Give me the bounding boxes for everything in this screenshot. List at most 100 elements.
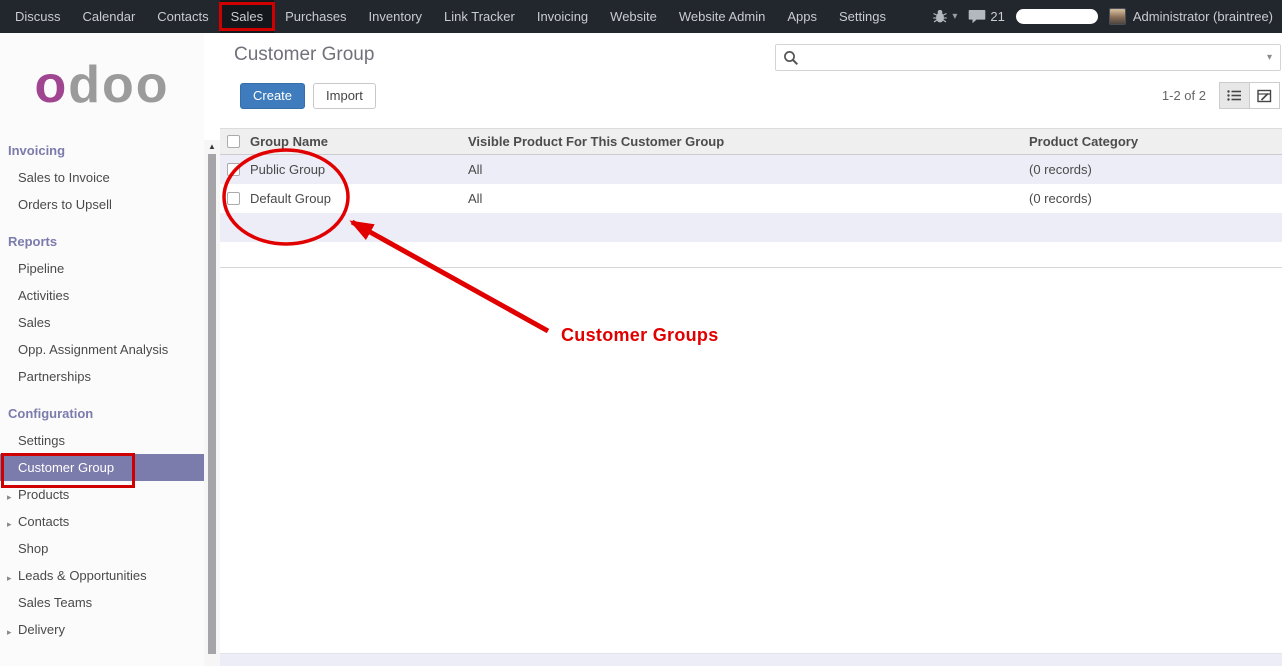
sidebar-entry-label: Shop	[18, 541, 48, 556]
top-nav-item[interactable]: Website	[599, 0, 668, 33]
sidebar: odoo ▸ Invoicing ▸ Sales to Invoice ▸ Or…	[0, 33, 204, 666]
expand-caret-icon: ▸	[7, 625, 12, 640]
sidebar-entry[interactable]: ▸ Sales to Invoice	[0, 164, 204, 191]
cell-group-name: Default Group	[246, 191, 464, 206]
sidebar-entry-label: Partnerships	[18, 369, 91, 384]
table-header-row: Group Name Visible Product For This Cust…	[220, 128, 1282, 155]
table-row[interactable]: Public Group All (0 records)	[220, 155, 1282, 184]
top-nav-item[interactable]: Calendar	[72, 0, 147, 33]
sidebar-entry-label: Sales to Invoice	[18, 170, 110, 185]
form-view-icon	[1257, 89, 1272, 103]
sidebar-entry-label: Leads & Opportunities	[18, 568, 147, 583]
messages-count: 21	[990, 9, 1004, 24]
top-nav-item[interactable]: Discuss	[4, 0, 72, 33]
sidebar-entry-label: Products	[18, 487, 69, 502]
scroll-up-icon[interactable]: ▲	[204, 142, 220, 152]
search-input[interactable]	[804, 45, 1261, 70]
user-avatar	[1109, 8, 1126, 25]
column-header-group-name[interactable]: Group Name	[246, 134, 464, 149]
sidebar-entry[interactable]: ▸ Sales	[0, 309, 204, 336]
column-header-product-category[interactable]: Product Category	[1025, 134, 1282, 149]
top-nav-item[interactable]: Purchases	[274, 0, 357, 33]
sidebar-entry-label: Reports	[8, 234, 57, 249]
sidebar-entry-label: Customer Group	[18, 460, 114, 475]
messages-menu[interactable]: 21	[968, 9, 1004, 24]
sidebar-entry[interactable]: ▸ Orders to Upsell	[0, 191, 204, 218]
sidebar-entry-label: Sales Teams	[18, 595, 92, 610]
column-header-visible-product[interactable]: Visible Product For This Customer Group	[464, 134, 1025, 149]
top-nav-item[interactable]: Invoicing	[526, 0, 599, 33]
sidebar-entry[interactable]: ▸ Pipeline	[0, 255, 204, 282]
sidebar-entry-label: Sales	[18, 315, 51, 330]
top-nav-item[interactable]: Sales	[220, 0, 275, 33]
table-row[interactable]: Default Group All (0 records)	[220, 184, 1282, 213]
top-nav-item[interactable]: Apps	[776, 0, 828, 33]
cell-visible-product: All	[464, 191, 1025, 206]
select-all-checkbox[interactable]	[227, 135, 240, 148]
user-name: Administrator (braintree)	[1133, 9, 1273, 24]
view-switcher	[1219, 82, 1280, 109]
expand-caret-icon: ▸	[7, 571, 12, 586]
sidebar-entry: ▸ Invoicing	[0, 127, 204, 164]
top-nav-item[interactable]: Inventory	[358, 0, 433, 33]
sidebar-entry[interactable]: ▸ Activities	[0, 282, 204, 309]
sidebar-entry[interactable]: ▸ Leads & Opportunities	[0, 562, 204, 589]
control-panel: Customer Group ▾ Create Import 1-2 of 2	[220, 33, 1282, 128]
sidebar-entry[interactable]: ▸ Products	[0, 481, 204, 508]
systray-pill-indicator[interactable]	[1016, 9, 1098, 24]
empty-row	[220, 213, 1282, 242]
cell-group-name: Public Group	[246, 162, 464, 177]
search-bar[interactable]: ▾	[775, 44, 1281, 71]
page-title: Customer Group	[234, 44, 374, 66]
top-nav-item[interactable]: Settings	[828, 0, 897, 33]
sidebar-entry-label: Orders to Upsell	[18, 197, 112, 212]
top-nav-item[interactable]: Link Tracker	[433, 0, 526, 33]
page: { "topbar": { "items": [ {"label": "Disc…	[0, 0, 1282, 666]
cell-product-category: (0 records)	[1025, 191, 1282, 206]
top-nav-item[interactable]: Contacts	[146, 0, 219, 33]
sidebar-entry-label: Opp. Assignment Analysis	[18, 342, 168, 357]
top-nav-item[interactable]: Website Admin	[668, 0, 776, 33]
sidebar-entry-label: Invoicing	[8, 143, 65, 158]
empty-row	[220, 242, 1282, 268]
sidebar-entry[interactable]: ▸ Customer Group	[0, 454, 204, 481]
logo-letters: doo	[68, 56, 169, 114]
sidebar-entry[interactable]: ▸ Opp. Assignment Analysis	[0, 336, 204, 363]
list-view-icon	[1227, 89, 1242, 102]
user-menu[interactable]: Administrator (braintree)	[1109, 8, 1273, 25]
expand-caret-icon: ▸	[7, 490, 12, 505]
scrollbar-thumb[interactable]	[208, 154, 216, 654]
sidebar-entry[interactable]: ▸ Settings	[0, 427, 204, 454]
sidebar-entry[interactable]: ▸ Delivery	[0, 616, 204, 643]
sidebar-entry-label: Activities	[18, 288, 69, 303]
odoo-logo: odoo	[0, 33, 204, 127]
sidebar-entry-label: Contacts	[18, 514, 69, 529]
sidebar-entry-label: Settings	[18, 433, 65, 448]
create-button[interactable]: Create	[240, 83, 305, 109]
list-view-button[interactable]	[1219, 82, 1250, 109]
search-icon	[783, 50, 799, 66]
bug-icon	[932, 10, 948, 23]
row-checkbox[interactable]	[227, 192, 240, 205]
bottom-strip	[220, 653, 1282, 666]
sidebar-entry-label: Delivery	[18, 622, 65, 637]
row-checkbox[interactable]	[227, 163, 240, 176]
sidebar-entry[interactable]: ▸ Partnerships	[0, 363, 204, 390]
search-options-caret-icon[interactable]: ▾	[1261, 52, 1272, 63]
sidebar-entry[interactable]: ▸ Contacts	[0, 508, 204, 535]
import-button[interactable]: Import	[313, 83, 376, 109]
systray: ▾ 21 Administrator (braintree)	[932, 0, 1282, 33]
expand-caret-icon: ▸	[7, 517, 12, 532]
sidebar-entry: ▸ Configuration	[0, 390, 204, 427]
table-body: Public Group All (0 records) Default Gro…	[220, 155, 1282, 213]
control-buttons: Create Import	[240, 83, 376, 109]
debug-menu[interactable]: ▾	[932, 10, 957, 23]
sidebar-entry-label: Configuration	[8, 406, 93, 421]
sidebar-entry[interactable]: ▸ Sales Teams	[0, 589, 204, 616]
sidebar-menu: ▸ Invoicing ▸ Sales to Invoice ▸ Orders …	[0, 127, 204, 643]
logo-letter: o	[34, 56, 68, 114]
cell-product-category: (0 records)	[1025, 162, 1282, 177]
debug-caret-icon: ▾	[952, 11, 957, 22]
sidebar-entry[interactable]: ▸ Shop	[0, 535, 204, 562]
form-view-button[interactable]	[1249, 82, 1280, 109]
